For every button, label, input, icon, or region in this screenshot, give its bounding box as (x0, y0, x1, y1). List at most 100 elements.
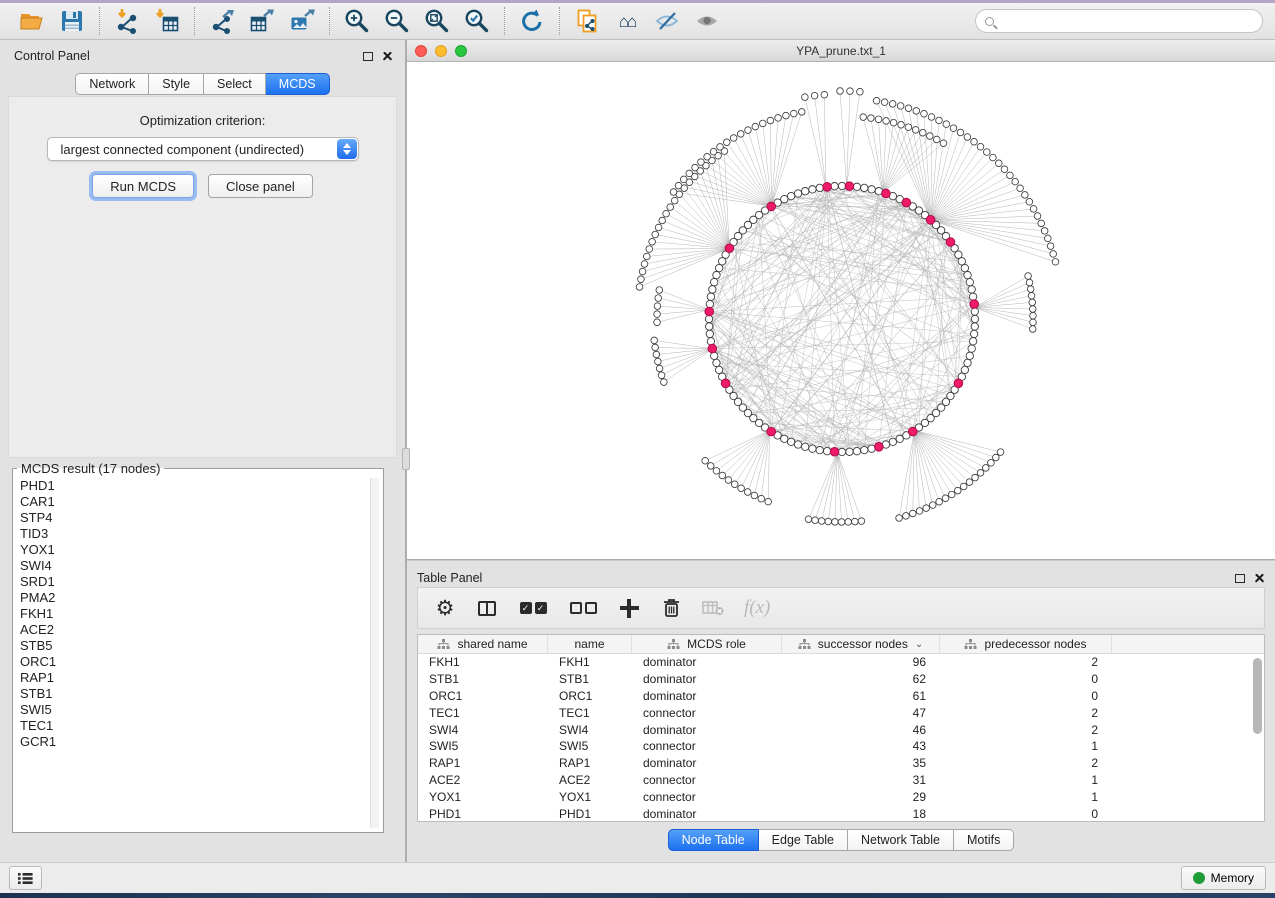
mcds-node-item[interactable]: FKH1 (18, 606, 367, 622)
table-settings-button[interactable]: ⚙ (434, 593, 456, 623)
cell-MCDS-role: dominator (632, 807, 782, 821)
table-row[interactable]: FKH1FKH1dominator962 (418, 654, 1264, 671)
run-mcds-button[interactable]: Run MCDS (92, 174, 194, 198)
mcds-node-item[interactable]: RAP1 (18, 670, 367, 686)
export-image-button[interactable] (282, 5, 322, 37)
node-table-body: FKH1FKH1dominator962STB1STB1dominator620… (418, 654, 1264, 822)
criterion-dropdown-value: largest connected component (undirected) (61, 142, 305, 157)
mcds-result-list[interactable]: PHD1CAR1STP4TID3YOX1SWI4SRD1PMA2FKH1ACE2… (18, 478, 367, 828)
tab-motifs[interactable]: Motifs (954, 829, 1014, 851)
folder-icon (19, 9, 45, 33)
cell-shared-name: ACE2 (418, 773, 548, 787)
toolbar-separator (194, 7, 195, 35)
close-panel-icon[interactable] (382, 51, 393, 62)
table-row[interactable]: ORC1ORC1dominator610 (418, 688, 1264, 705)
tab-style[interactable]: Style (149, 73, 204, 95)
mcds-result-group: MCDS result (17 nodes) PHD1CAR1STP4TID3Y… (12, 461, 384, 833)
network-canvas[interactable] (407, 62, 1275, 559)
add-column-button[interactable] (618, 593, 640, 623)
mcds-node-item[interactable]: SRD1 (18, 574, 367, 590)
mcds-node-item[interactable]: SWI4 (18, 558, 367, 574)
mcds-node-item[interactable]: ORC1 (18, 654, 367, 670)
column-header-MCDS-role[interactable]: MCDS role (632, 635, 782, 653)
mcds-node-item[interactable]: YOX1 (18, 542, 367, 558)
close-panel-button[interactable]: Close panel (208, 174, 313, 198)
first-neighbors-button[interactable]: ⌂⌂ (607, 5, 647, 37)
mcds-node-item[interactable]: SWI5 (18, 702, 367, 718)
column-header-name[interactable]: name (548, 635, 632, 653)
new-network-from-selection-button[interactable] (567, 5, 607, 37)
mcds-node-item[interactable]: STB1 (18, 686, 367, 702)
tab-network[interactable]: Network (75, 73, 149, 95)
search-input[interactable] (1000, 13, 1253, 29)
zoom-in-button[interactable] (337, 5, 377, 37)
zoom-fit-button[interactable] (417, 5, 457, 37)
table-scrollbar-thumb[interactable] (1253, 658, 1262, 734)
cell-predecessor-nodes: 2 (940, 655, 1112, 669)
mcds-node-item[interactable]: PMA2 (18, 590, 367, 606)
splitter-grip[interactable] (402, 448, 410, 470)
cell-name: SWI5 (548, 739, 632, 753)
cell-name: YOX1 (548, 790, 632, 804)
cell-successor-nodes: 35 (782, 756, 940, 770)
deselect-all-button[interactable] (568, 593, 598, 623)
table-row[interactable]: PHD1PHD1dominator180 (418, 805, 1264, 822)
show-all-button[interactable] (687, 5, 727, 37)
save-session-button[interactable] (52, 5, 92, 37)
window-zoom-light[interactable] (455, 45, 467, 57)
cell-shared-name: STB1 (418, 672, 548, 686)
tab-node-table[interactable]: Node Table (668, 829, 759, 851)
table-row[interactable]: STB1STB1dominator620 (418, 671, 1264, 688)
column-header-shared-name[interactable]: shared name (418, 635, 548, 653)
toggle-column-panel-button[interactable] (476, 593, 498, 623)
window-close-light[interactable] (415, 45, 427, 57)
open-session-button[interactable] (12, 5, 52, 37)
task-history-button[interactable] (9, 866, 42, 890)
delete-column-button[interactable] (660, 593, 682, 623)
mcds-node-item[interactable]: PHD1 (18, 478, 367, 494)
cell-predecessor-nodes: 0 (940, 672, 1112, 686)
tab-network-table[interactable]: Network Table (848, 829, 954, 851)
table-row[interactable]: TEC1TEC1connector472 (418, 704, 1264, 721)
window-minimize-light[interactable] (435, 45, 447, 57)
close-table-panel-icon[interactable] (1254, 573, 1265, 584)
hide-selected-button[interactable] (647, 5, 687, 37)
float-table-panel-icon[interactable] (1235, 574, 1245, 583)
mcds-node-item[interactable]: TEC1 (18, 718, 367, 734)
cell-name: FKH1 (548, 655, 632, 669)
table-row[interactable]: ACE2ACE2connector311 (418, 772, 1264, 789)
table-row[interactable]: YOX1YOX1connector291 (418, 788, 1264, 805)
column-header-predecessor-nodes[interactable]: predecessor nodes (940, 635, 1112, 653)
tab-select[interactable]: Select (204, 73, 266, 95)
tab-mcds[interactable]: MCDS (266, 73, 330, 95)
table-scrollbar[interactable] (1251, 655, 1262, 819)
select-all-button[interactable]: ✓✓ (518, 593, 548, 623)
float-panel-icon[interactable] (363, 52, 373, 61)
export-image-icon (289, 8, 315, 34)
memory-button[interactable]: Memory (1181, 866, 1266, 890)
zoom-selected-button[interactable] (457, 5, 497, 37)
table-row[interactable]: SWI4SWI4dominator462 (418, 721, 1264, 738)
criterion-dropdown[interactable]: largest connected component (undirected) (47, 137, 359, 161)
cell-successor-nodes: 29 (782, 790, 940, 804)
apply-layout-button[interactable] (512, 5, 552, 37)
mcds-node-item[interactable]: TID3 (18, 526, 367, 542)
import-network-button[interactable] (107, 5, 147, 37)
export-network-icon (209, 8, 235, 34)
import-table-button[interactable] (147, 5, 187, 37)
column-header-successor-nodes[interactable]: successor nodes⌄ (782, 635, 940, 653)
table-row[interactable]: RAP1RAP1dominator352 (418, 755, 1264, 772)
network-window-titlebar[interactable]: YPA_prune.txt_1 (407, 40, 1275, 62)
mcds-node-item[interactable]: CAR1 (18, 494, 367, 510)
mcds-list-scrollbar[interactable] (370, 478, 379, 828)
tab-edge-table[interactable]: Edge Table (759, 829, 848, 851)
memory-status-dot (1193, 872, 1205, 884)
mcds-node-item[interactable]: STB5 (18, 638, 367, 654)
mcds-node-item[interactable]: STP4 (18, 510, 367, 526)
zoom-out-button[interactable] (377, 5, 417, 37)
export-table-button[interactable] (242, 5, 282, 37)
export-network-button[interactable] (202, 5, 242, 37)
mcds-node-item[interactable]: GCR1 (18, 734, 367, 750)
mcds-node-item[interactable]: ACE2 (18, 622, 367, 638)
table-row[interactable]: SWI5SWI5connector431 (418, 738, 1264, 755)
